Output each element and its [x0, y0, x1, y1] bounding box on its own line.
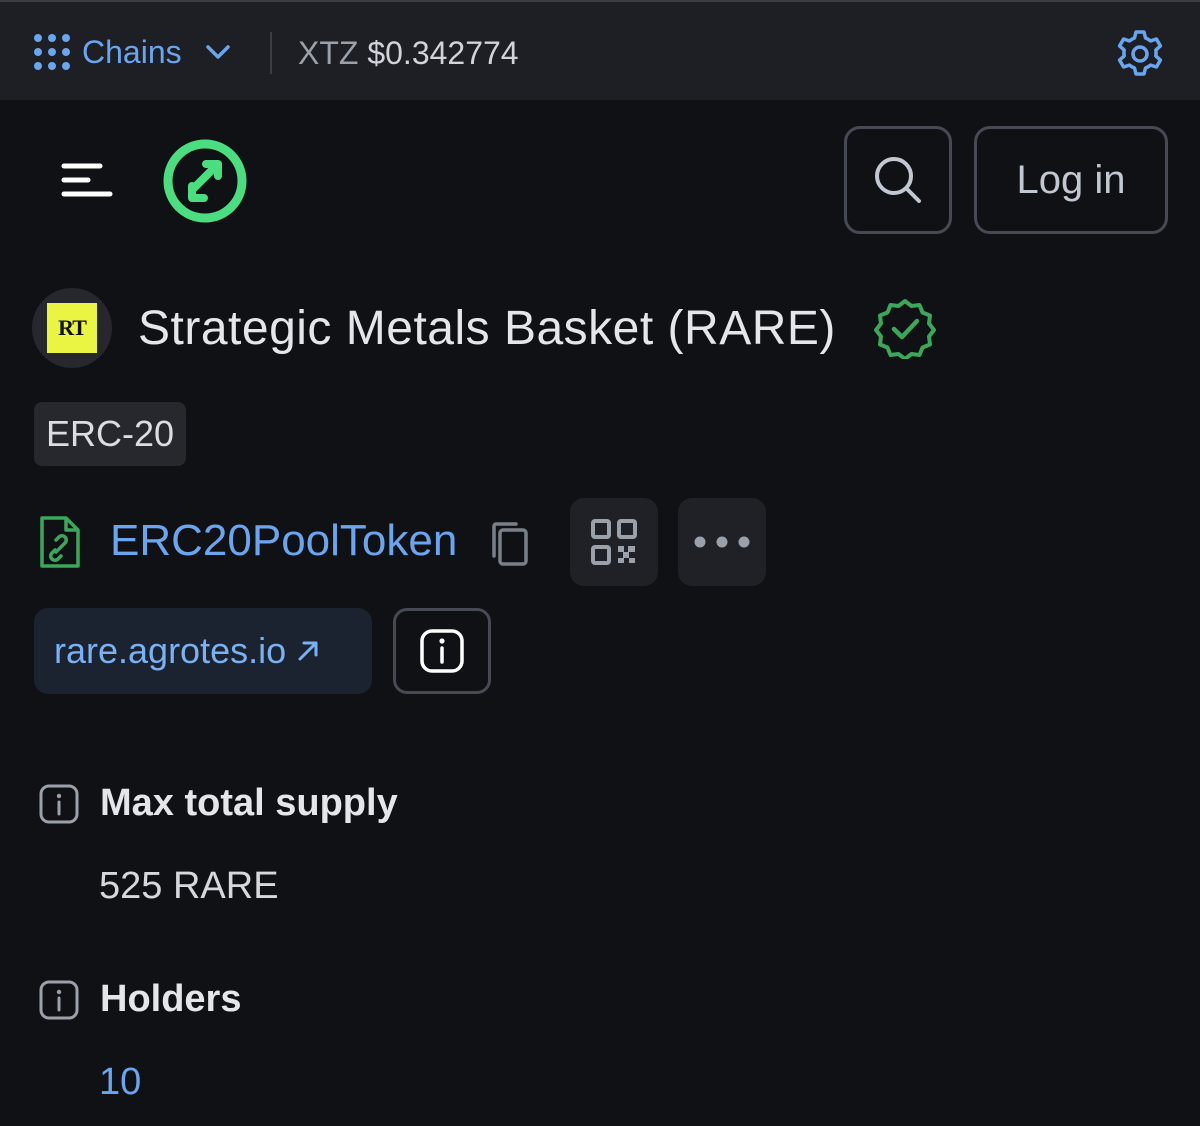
verified-badge-icon	[873, 299, 936, 359]
price-symbol: XTZ	[298, 35, 359, 71]
token-price: XTZ $0.342774	[298, 32, 519, 74]
chevron-down-icon	[205, 45, 230, 59]
more-dots-icon	[694, 536, 750, 548]
login-button[interactable]: Log in	[974, 126, 1168, 234]
chains-selector[interactable]: Chains	[32, 30, 236, 74]
external-link-icon	[298, 641, 318, 661]
stat-value: 525 RARE	[99, 865, 279, 907]
contract-file-icon	[40, 516, 80, 568]
info-button[interactable]	[393, 608, 491, 694]
info-icon[interactable]	[38, 979, 80, 1021]
token-header: RT Strategic Metals Basket (RARE)	[32, 288, 936, 368]
info-icon[interactable]	[38, 783, 80, 825]
chains-label: Chains	[82, 33, 182, 70]
contract-name-link[interactable]: ERC20PoolToken	[110, 516, 457, 566]
copy-icon[interactable]	[490, 520, 530, 568]
search-icon	[875, 157, 921, 203]
brand-logo-icon[interactable]	[162, 138, 248, 224]
stat-label: Max total supply	[100, 782, 398, 824]
more-options-button[interactable]	[678, 498, 766, 586]
stat-holders: Holders 10	[38, 978, 241, 1104]
hamburger-icon[interactable]	[60, 158, 114, 202]
top-bar: Chains XTZ $0.342774	[0, 0, 1200, 100]
qr-code-icon	[591, 519, 637, 565]
dots-grid-icon	[34, 34, 70, 70]
price-value: $0.342774	[367, 35, 519, 71]
token-avatar-logo: RT	[47, 303, 97, 353]
contract-row: ERC20PoolToken	[34, 498, 794, 588]
gear-icon[interactable]	[1114, 28, 1166, 80]
holders-count-link[interactable]: 10	[99, 1061, 241, 1104]
qr-code-button[interactable]	[570, 498, 658, 586]
stat-label: Holders	[100, 978, 242, 1020]
page-title: Strategic Metals Basket (RARE)	[138, 301, 836, 355]
info-icon	[420, 629, 464, 673]
stat-max-total-supply: Max total supply 525 RARE	[38, 782, 398, 908]
website-link[interactable]: rare.agrotes.io	[34, 608, 372, 694]
token-standard-badge: ERC-20	[34, 402, 187, 466]
website-label: rare.agrotes.io	[54, 630, 287, 671]
token-avatar: RT	[32, 288, 112, 368]
topbar-divider	[270, 32, 272, 74]
search-button[interactable]	[844, 126, 952, 234]
